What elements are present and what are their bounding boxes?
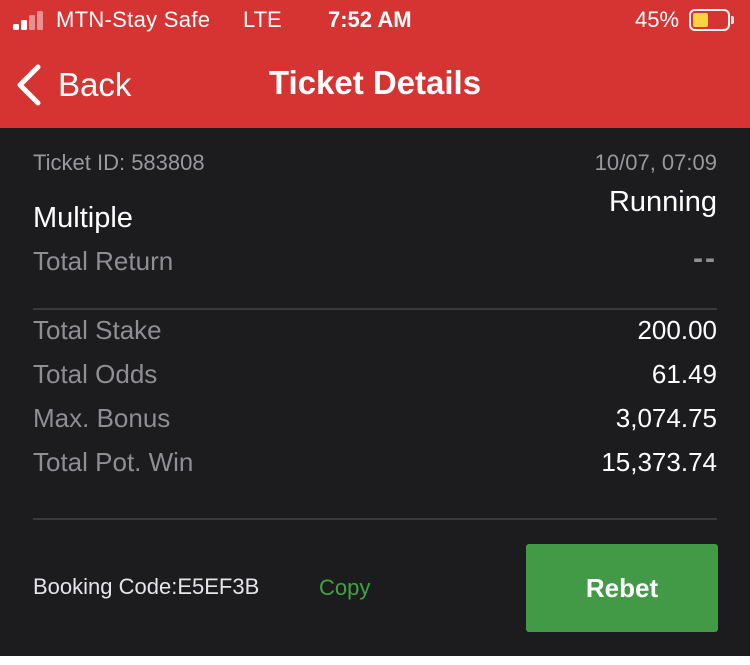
summary-row-total-odds: Total Odds 61.49 [33,359,717,399]
status-bar: MTN-Stay Safe LTE 7:52 AM 45% [0,0,750,42]
signal-bar [37,10,43,30]
rebet-button[interactable]: Rebet [526,544,718,632]
page-title: Ticket Details [268,64,482,101]
battery-icon [689,9,734,31]
summary-value: 3,074.75 [615,403,717,433]
summary-label: Max. Bonus [33,403,171,433]
ticket-card: Ticket ID: 583808 10/07, 07:09 Multiple … [0,128,750,656]
signal-bar [29,15,35,30]
ticket-datetime: 10/07, 07:09 [594,150,717,175]
divider-bottom [33,518,717,520]
cellular-signal-icon [13,10,49,30]
network-type: LTE [243,7,282,32]
signal-bar [21,19,27,30]
battery-tip [731,16,734,24]
ticket-details-screen: MTN-Stay Safe LTE 7:52 AM 45% Back Ticke… [0,0,750,665]
summary-label: Total Pot. Win [33,447,194,477]
battery-level-fill [693,13,708,27]
summary-label: Total Stake [33,315,162,345]
summary-value: 61.49 [651,359,717,389]
copy-booking-code-link[interactable]: Copy [319,575,370,601]
carrier-name: MTN-Stay Safe [56,7,211,32]
summary-row-total-pot-win: Total Pot. Win 15,373.74 [33,447,717,487]
bet-type: Multiple [33,202,133,234]
total-return-label: Total Return [33,246,174,276]
summary-value: 15,373.74 [601,447,717,477]
battery-percentage: 45% [635,7,680,32]
status-time: 7:52 AM [328,7,412,32]
summary-row-total-stake: Total Stake 200.00 [33,315,717,355]
signal-bar [13,24,19,30]
ticket-id: Ticket ID: 583808 [33,150,205,175]
summary-row-max-bonus: Max. Bonus 3,074.75 [33,403,717,443]
bottom-edge [0,656,750,665]
booking-code: Booking Code:E5EF3B [33,574,260,599]
navigation-bar: Back Ticket Details [0,42,750,128]
bet-status: Running [608,186,717,218]
app-header: MTN-Stay Safe LTE 7:52 AM 45% Back Ticke… [0,0,750,128]
divider-top [33,308,717,310]
summary-label: Total Odds [33,359,158,389]
summary-value: 200.00 [637,315,717,345]
total-return-value: -- [693,242,717,275]
